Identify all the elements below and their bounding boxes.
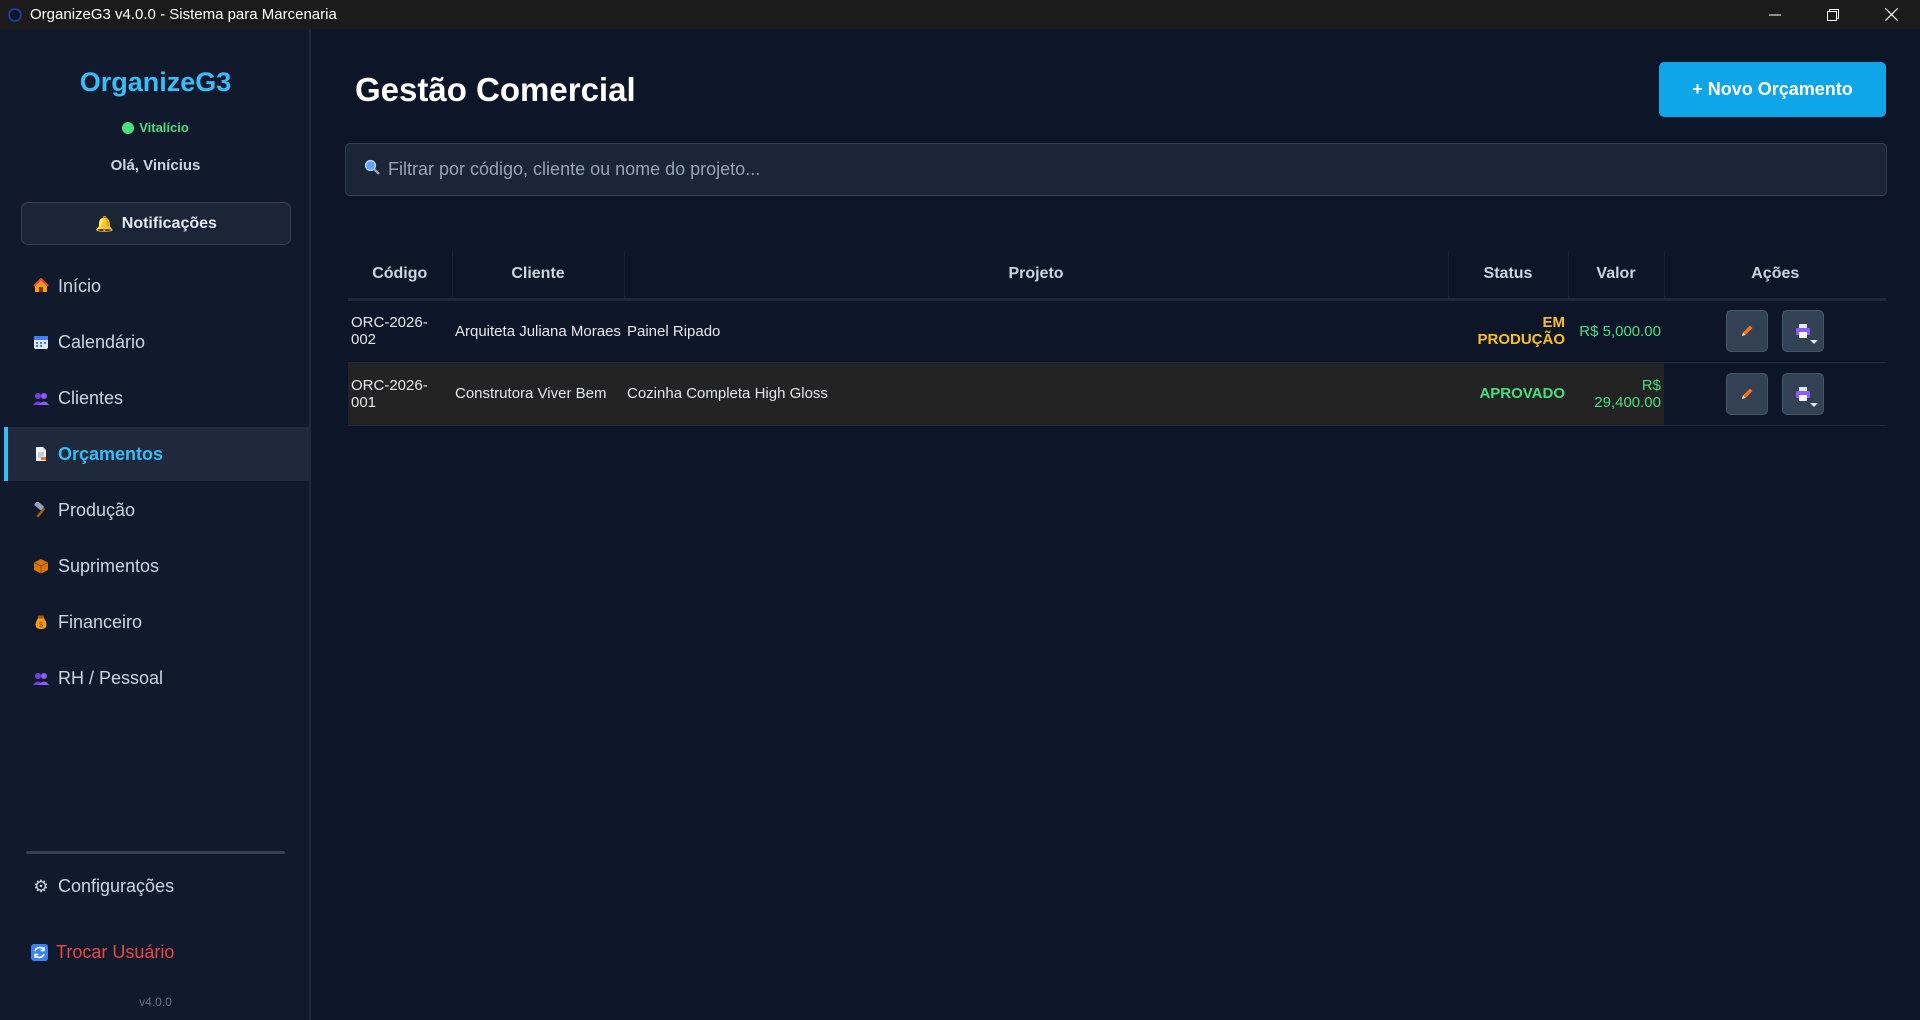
edit-button[interactable] bbox=[1726, 372, 1768, 415]
table-row[interactable]: ORC-2026-002 Arquiteta Juliana Moraes Pa… bbox=[348, 299, 1886, 362]
sidebar-item-label: Orçamentos bbox=[58, 443, 164, 464]
cell-code: ORC-2026-001 bbox=[348, 362, 452, 425]
switch-user-button[interactable]: Trocar Usuário bbox=[30, 942, 174, 963]
sidebar-item-label: Financeiro bbox=[58, 611, 143, 632]
column-header-acoes: Ações bbox=[1663, 251, 1886, 301]
user-greeting: Olá, Vinícius bbox=[110, 157, 201, 174]
main-content: Gestão Comercial + Novo Orçamento Código… bbox=[313, 29, 1920, 1020]
cell-value: R$ 29,400.00 bbox=[1568, 362, 1664, 425]
gear-icon: ⚙ bbox=[33, 876, 49, 896]
users-icon bbox=[32, 389, 50, 407]
sidebar: OrganizeG3 Vitalício Olá, Vinícius 🔔 Not… bbox=[0, 29, 311, 1020]
house-icon bbox=[32, 277, 50, 295]
sidebar-item-label: Suprimentos bbox=[58, 555, 160, 576]
bell-icon: 🔔 bbox=[95, 215, 114, 233]
calendar-icon bbox=[32, 333, 50, 351]
minimize-button[interactable] bbox=[1746, 0, 1804, 29]
app-logo: OrganizeG3 bbox=[79, 67, 232, 97]
restore-button[interactable] bbox=[1804, 0, 1862, 29]
search-bar bbox=[345, 143, 1887, 196]
column-header-codigo[interactable]: Código bbox=[348, 251, 452, 301]
table-row[interactable]: ORC-2026-001 Construtora Viver Bem Cozin… bbox=[348, 362, 1886, 425]
printer-icon bbox=[1796, 386, 1810, 401]
sidebar-item-label: Clientes bbox=[58, 387, 124, 408]
window-titlebar: OrganizeG3 v4.0.0 - Sistema para Marcena… bbox=[0, 0, 1920, 29]
license-label: Vitalício bbox=[139, 120, 189, 135]
status-badge: APROVADO bbox=[1448, 362, 1568, 425]
print-menu-button[interactable] bbox=[1782, 310, 1824, 352]
column-header-valor[interactable]: Valor bbox=[1567, 251, 1664, 301]
notifications-button[interactable]: 🔔 Notificações bbox=[21, 202, 291, 245]
sidebar-item-orcamentos[interactable]: Orçamentos bbox=[4, 427, 309, 481]
search-icon bbox=[364, 159, 380, 180]
sidebar-item-label: RH / Pessoal bbox=[58, 667, 164, 688]
sidebar-item-label: Calendário bbox=[58, 331, 146, 352]
close-button[interactable] bbox=[1862, 0, 1920, 29]
cell-actions bbox=[1664, 362, 1886, 425]
sidebar-item-financeiro[interactable]: $ Financeiro bbox=[4, 595, 309, 649]
sidebar-item-configuracoes[interactable]: ⚙ Configurações bbox=[32, 876, 174, 897]
minimize-icon bbox=[1769, 14, 1781, 15]
cell-project: Cozinha Completa High Gloss bbox=[624, 362, 1448, 425]
page-title: Gestão Comercial bbox=[355, 71, 636, 108]
pencil-icon bbox=[1742, 325, 1753, 336]
column-header-status[interactable]: Status bbox=[1447, 251, 1568, 301]
app-logo-icon bbox=[8, 7, 22, 22]
search-input[interactable] bbox=[388, 159, 1868, 180]
sidebar-item-suprimentos[interactable]: Suprimentos bbox=[4, 539, 309, 593]
money-bag-icon: $ bbox=[32, 613, 50, 631]
print-menu-button[interactable] bbox=[1782, 372, 1824, 415]
document-icon bbox=[32, 445, 50, 463]
sidebar-item-calendario[interactable]: Calendário bbox=[4, 315, 309, 369]
status-badge: EM PRODUÇÃO bbox=[1477, 314, 1565, 348]
edit-button[interactable] bbox=[1726, 310, 1768, 352]
cell-actions bbox=[1664, 299, 1886, 362]
chevron-down-icon bbox=[1810, 402, 1818, 407]
license-status-icon bbox=[122, 121, 135, 134]
svg-text:$: $ bbox=[39, 622, 43, 629]
sidebar-item-clientes[interactable]: Clientes bbox=[4, 371, 309, 425]
notifications-label: Notificações bbox=[121, 214, 217, 232]
package-icon bbox=[32, 557, 50, 575]
sidebar-item-rh-pessoal[interactable]: RH / Pessoal bbox=[4, 651, 309, 705]
column-header-cliente[interactable]: Cliente bbox=[451, 251, 624, 301]
cell-client: Construtora Viver Bem bbox=[452, 362, 624, 425]
sidebar-item-producao[interactable]: Produção bbox=[4, 483, 309, 537]
close-icon bbox=[1884, 8, 1898, 21]
chevron-down-icon bbox=[1810, 340, 1818, 344]
cell-value: R$ 5,000.00 bbox=[1579, 322, 1661, 340]
license-badge: Vitalício bbox=[0, 120, 311, 135]
sidebar-item-label: Produção bbox=[58, 499, 136, 520]
restore-icon bbox=[1827, 8, 1839, 21]
new-quote-button[interactable]: + Novo Orçamento bbox=[1659, 62, 1886, 117]
switch-user-label: Trocar Usuário bbox=[56, 942, 175, 962]
cell-client: Arquiteta Juliana Moraes bbox=[455, 322, 621, 340]
refresh-icon bbox=[30, 944, 48, 962]
hammer-icon bbox=[32, 501, 50, 519]
sidebar-item-inicio[interactable]: Início bbox=[4, 259, 309, 313]
window-title: OrganizeG3 v4.0.0 - Sistema para Marcena… bbox=[30, 6, 337, 23]
sidebar-item-label: Início bbox=[58, 275, 102, 296]
app-version: v4.0.0 bbox=[139, 995, 172, 1009]
sidebar-item-label: Configurações bbox=[58, 876, 175, 896]
table-header-row: Código Cliente Projeto Status Valor Açõe… bbox=[348, 251, 1886, 301]
users-icon bbox=[32, 669, 50, 687]
quotes-table: Código Cliente Projeto Status Valor Açõe… bbox=[348, 251, 1886, 426]
column-header-projeto[interactable]: Projeto bbox=[623, 251, 1448, 301]
cell-project: Painel Ripado bbox=[627, 322, 721, 340]
window-controls bbox=[1746, 0, 1920, 29]
pencil-icon bbox=[1742, 388, 1753, 399]
printer-icon bbox=[1796, 324, 1810, 338]
sidebar-divider bbox=[26, 851, 285, 854]
sidebar-nav: Início Calendário Clientes Orçamentos Pr… bbox=[4, 259, 309, 707]
cell-code: ORC-2026-002 bbox=[351, 314, 428, 348]
